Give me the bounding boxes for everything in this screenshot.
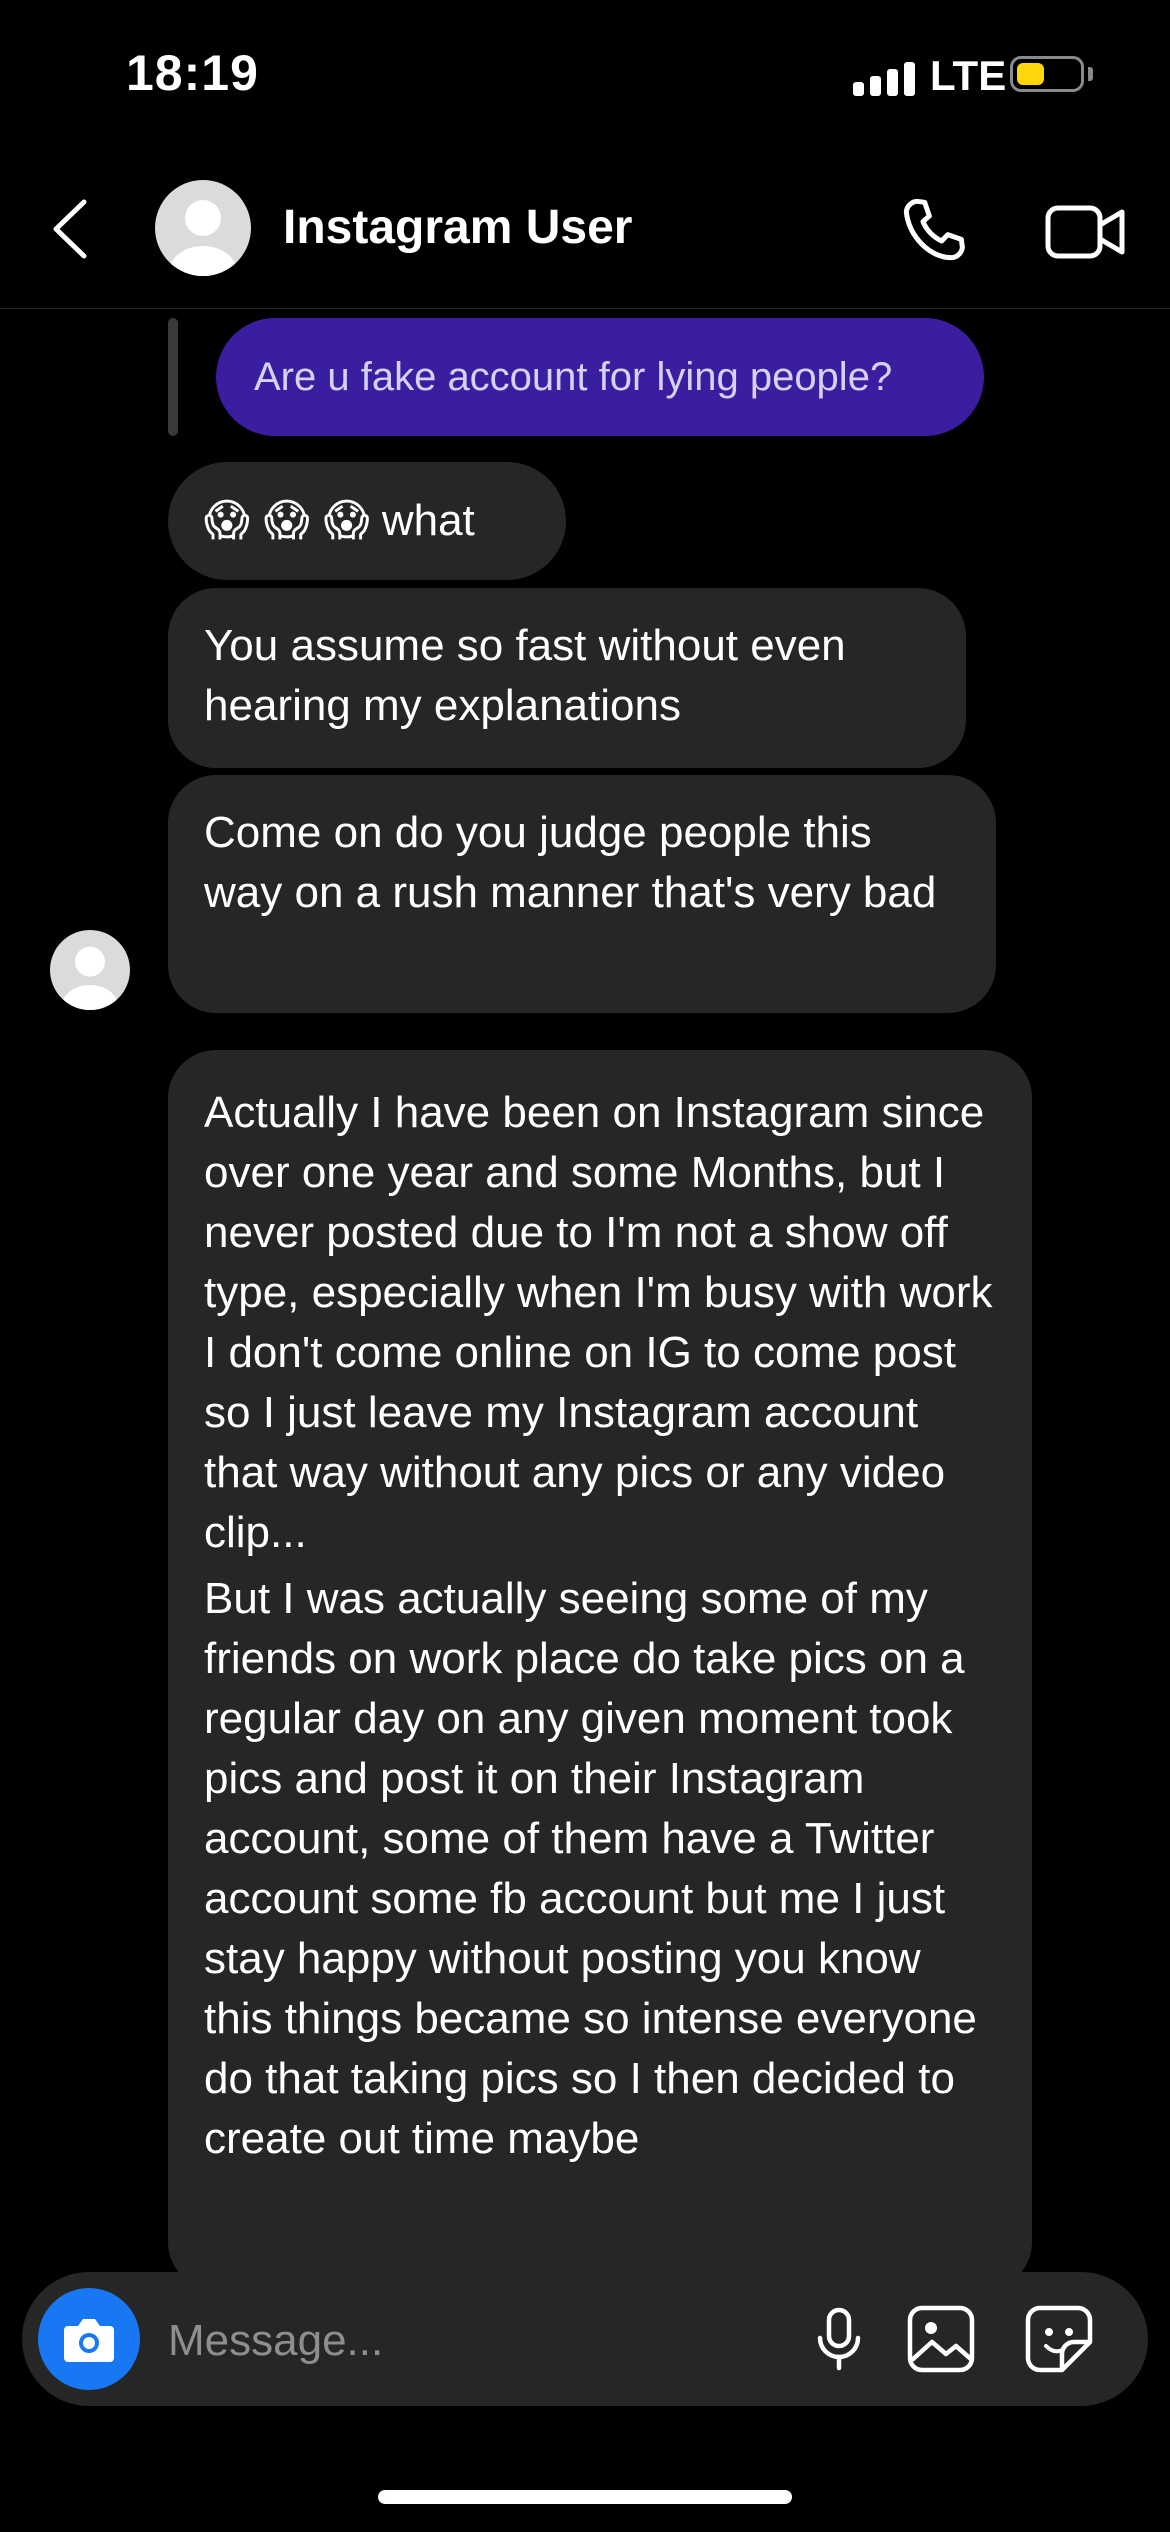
contact-avatar[interactable] [155,180,251,276]
message-paragraph: But I was actually seeing some of my fri… [204,1574,977,2163]
camera-icon[interactable] [38,2288,140,2390]
message-bubble[interactable]: 😱 😱 😱 what [168,462,566,580]
call-icon[interactable] [895,192,975,272]
message-bubble[interactable]: You assume so fast without even hearing … [168,588,966,768]
status-bar: 18:19 LTE [0,0,1170,150]
battery-fill [1017,63,1044,85]
replied-message-bubble[interactable]: Are u fake account for lying people? [216,318,984,436]
status-time: 18:19 [126,45,259,101]
message-paragraph: Actually I have been on Instagram since … [204,1088,993,1557]
signal-icon [853,60,915,96]
chat-header: Instagram User [0,150,1170,309]
message-text: what [381,496,475,545]
home-indicator[interactable] [378,2490,792,2504]
sticker-icon[interactable] [1022,2302,1098,2376]
back-icon[interactable] [44,194,100,264]
message-input[interactable]: Message... [168,2316,383,2366]
battery-cap [1088,67,1093,81]
sender-avatar[interactable] [50,930,130,1010]
reply-indicator [168,318,178,436]
microphone-icon[interactable] [802,2302,876,2376]
message-text: Come on do you judge people this way on … [204,808,937,917]
emoji-reaction: 😱 😱 😱 [204,495,370,546]
message-composer[interactable]: Message... [22,2272,1148,2406]
battery-icon [1010,56,1084,92]
video-call-icon[interactable] [1040,192,1130,272]
gallery-icon[interactable] [904,2302,980,2376]
message-bubble[interactable]: Come on do you judge people this way on … [168,775,996,1013]
network-label: LTE [930,52,1007,99]
message-bubble-long[interactable]: Actually I have been on Instagram since … [168,1050,1032,2290]
contact-name[interactable]: Instagram User [283,200,632,255]
message-text: You assume so fast without even hearing … [204,621,846,730]
